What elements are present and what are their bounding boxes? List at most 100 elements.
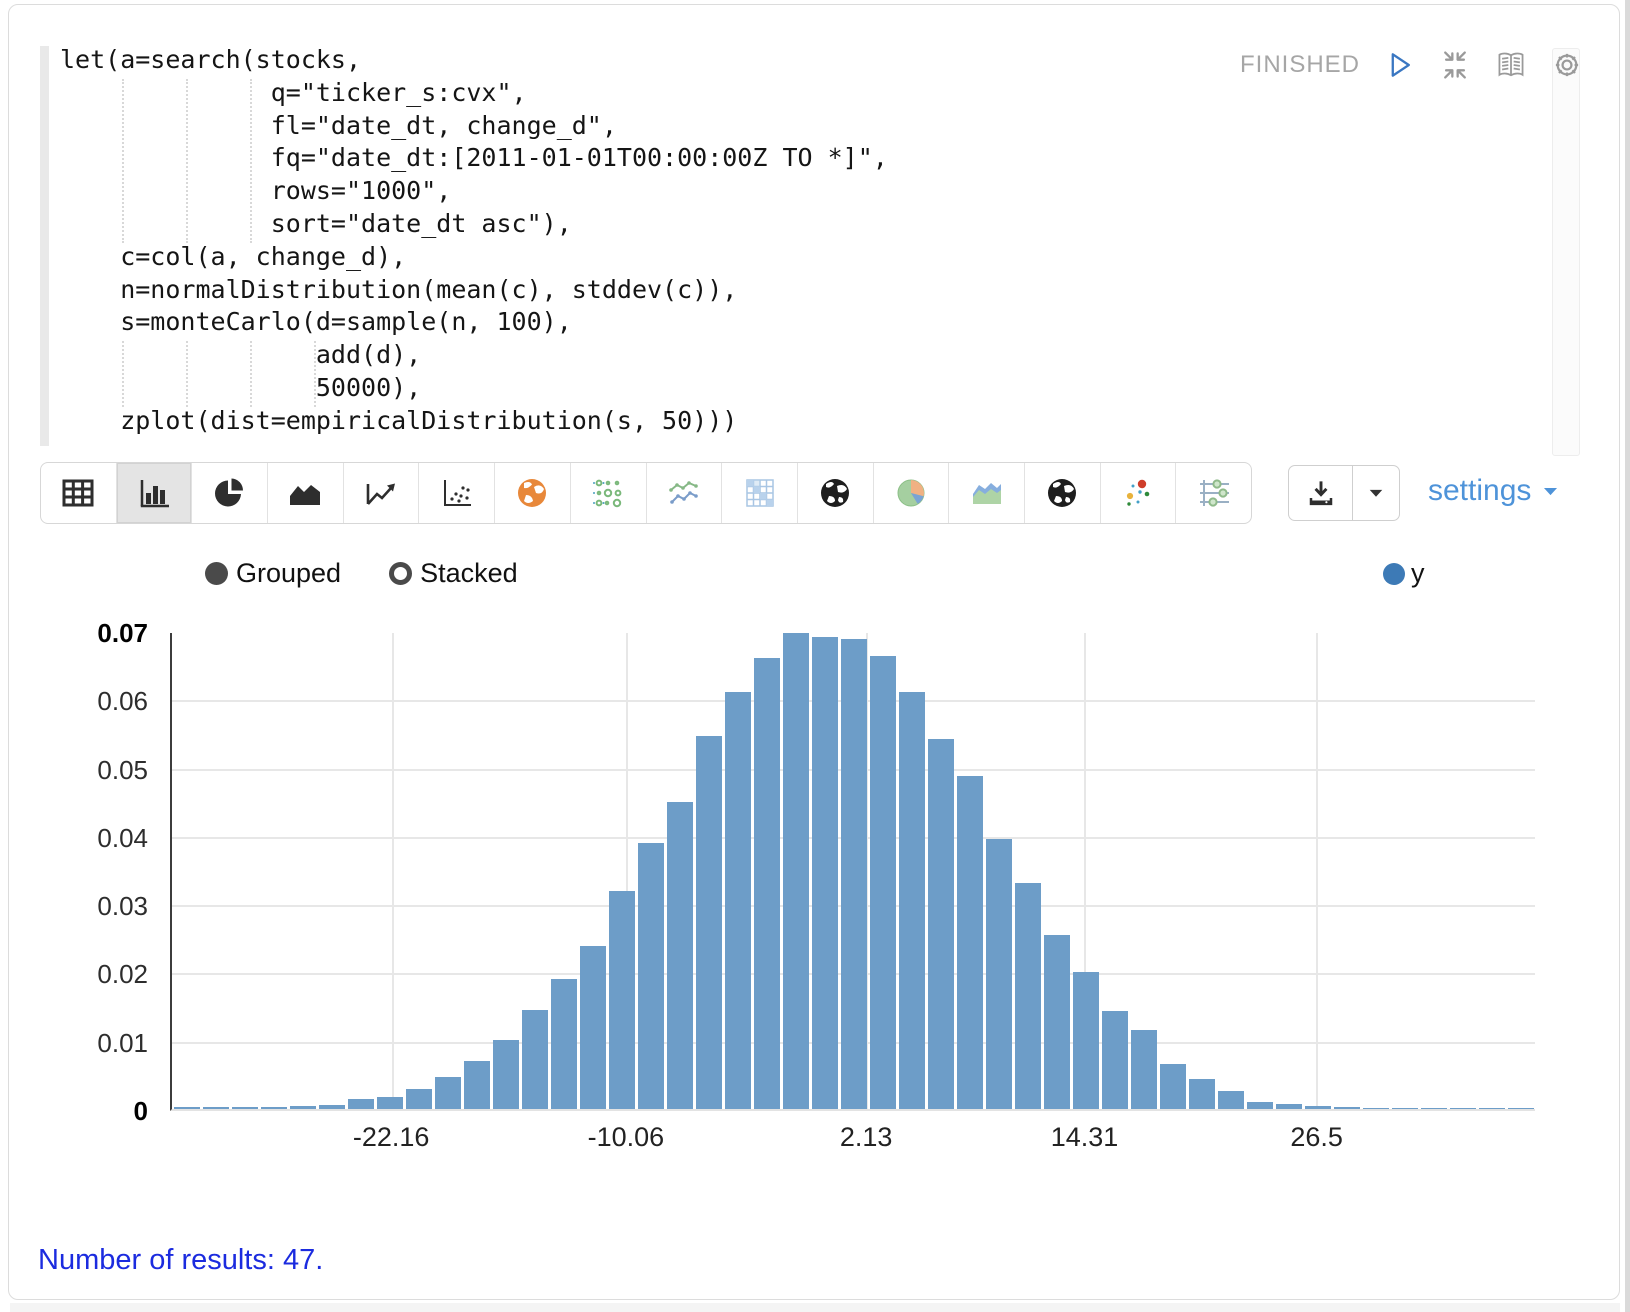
histogram-bar — [319, 1105, 345, 1109]
histogram-bar — [348, 1099, 374, 1109]
code-line: add(d), — [60, 339, 1510, 372]
y-axis-labels: 0.070.060.050.040.030.020.010 — [80, 633, 160, 1111]
histogram-bar — [1276, 1104, 1302, 1109]
gridline-vertical — [392, 633, 394, 1109]
multi-line-chart-button[interactable] — [647, 463, 723, 523]
series-label: y — [1411, 558, 1425, 589]
bar-chart-icon — [136, 475, 172, 511]
histogram-bar — [232, 1107, 258, 1109]
sliders-icon — [1196, 475, 1232, 511]
histogram-bar — [1131, 1030, 1157, 1109]
bar-chart-plot — [170, 633, 1535, 1111]
histogram-bar — [203, 1107, 229, 1109]
book-icon — [1495, 49, 1527, 81]
scatter-color-icon — [1120, 475, 1156, 511]
indent-guide — [186, 79, 188, 243]
y-axis-tick-label: 0.03 — [78, 891, 148, 922]
histogram-bar — [1334, 1107, 1360, 1109]
download-options-button[interactable] — [1353, 466, 1399, 520]
globe-icon — [817, 475, 853, 511]
indent-guide — [314, 341, 316, 407]
histogram-bar — [1015, 883, 1041, 1109]
radio-selected-icon — [205, 562, 228, 585]
bottom-strip — [10, 1303, 1620, 1312]
play-icon — [1383, 49, 1415, 81]
heatmap-grid-chart-button[interactable] — [722, 463, 798, 523]
heatmap-grid-icon — [742, 475, 778, 511]
status-badge: FINISHED — [1240, 51, 1360, 79]
y-axis-tick-label: 0.05 — [78, 755, 148, 786]
histogram-bar — [609, 891, 635, 1110]
histogram-bar — [464, 1061, 490, 1109]
globe-orange-chart-button[interactable] — [495, 463, 571, 523]
histogram-bar — [290, 1106, 316, 1109]
histogram-bar — [957, 776, 983, 1109]
histogram-bar — [174, 1107, 200, 1109]
gear-icon — [1551, 49, 1583, 81]
download-button[interactable] — [1289, 466, 1353, 520]
histogram-bar — [986, 839, 1012, 1109]
pie-color-chart-button[interactable] — [874, 463, 950, 523]
code-line: s=monteCarlo(d=sample(n, 100), — [60, 306, 1510, 339]
chart-mode-legend: Grouped Stacked — [205, 558, 518, 589]
x-axis-tick-label: 2.13 — [840, 1122, 893, 1153]
histogram-bar — [1247, 1102, 1273, 1109]
window-scrollbar[interactable] — [1625, 0, 1630, 1312]
collapse-button[interactable] — [1438, 48, 1472, 82]
histogram-bar — [551, 979, 577, 1109]
indent-guide — [250, 79, 252, 243]
code-scrollbar[interactable] — [1552, 48, 1580, 456]
area-chart-chart-button[interactable] — [268, 463, 344, 523]
histogram-bar — [696, 736, 722, 1109]
scatter-plot-chart-button[interactable] — [419, 463, 495, 523]
code-line: zplot(dist=empiricalDistribution(s, 50))… — [60, 405, 1510, 438]
indent-guide — [122, 341, 124, 407]
chart-settings-link[interactable]: settings — [1428, 474, 1560, 508]
collapse-icon — [1439, 49, 1471, 81]
x-axis-tick-label: 14.31 — [1051, 1122, 1119, 1153]
scatter-color-chart-button[interactable] — [1101, 463, 1177, 523]
histogram-bar — [725, 692, 751, 1109]
mode-option-grouped[interactable]: Grouped — [205, 558, 341, 589]
report-view-button[interactable] — [1494, 48, 1528, 82]
y-axis-tick-label: 0.01 — [78, 1028, 148, 1059]
histogram-bar — [1102, 1011, 1128, 1109]
globe2-icon — [1044, 475, 1080, 511]
area-chart-icon — [287, 475, 323, 511]
code-line: n=normalDistribution(mean(c), stddev(c))… — [60, 274, 1510, 307]
histogram-bar — [638, 843, 664, 1109]
histogram-bar — [841, 639, 867, 1109]
chart-type-toolbar — [40, 462, 1252, 524]
histogram-bar — [928, 739, 954, 1109]
code-editor[interactable]: let(a=search(stocks, q="ticker_s:cvx", f… — [60, 44, 1510, 438]
histogram-bar — [1073, 972, 1099, 1109]
radio-unselected-icon — [389, 562, 412, 585]
histogram-bar — [870, 656, 896, 1109]
table-chart-button[interactable] — [41, 463, 117, 523]
histogram-bar — [435, 1077, 461, 1109]
histogram-bar — [1363, 1108, 1389, 1110]
globe-chart-button[interactable] — [798, 463, 874, 523]
gridline-vertical — [1316, 633, 1318, 1109]
area-color-chart-button[interactable] — [949, 463, 1025, 523]
histogram-bar — [1508, 1108, 1534, 1110]
mode-option-stacked[interactable]: Stacked — [389, 558, 518, 589]
dot-matrix-chart-button[interactable] — [571, 463, 647, 523]
histogram-bar — [493, 1040, 519, 1109]
series-dot — [1383, 563, 1405, 585]
run-button[interactable] — [1382, 48, 1416, 82]
series-legend-y[interactable]: y — [1383, 558, 1425, 589]
histogram-bar — [1450, 1108, 1476, 1110]
code-line: fl="date_dt, change_d", — [60, 110, 1510, 143]
globe2-chart-button[interactable] — [1025, 463, 1101, 523]
histogram-bar — [1044, 935, 1070, 1109]
status-row: FINISHED — [1240, 48, 1584, 82]
histogram-bar — [522, 1010, 548, 1109]
sliders-chart-button[interactable] — [1176, 463, 1251, 523]
bar-chart-chart-button[interactable] — [117, 463, 193, 523]
histogram-bar — [1160, 1064, 1186, 1109]
pie-chart-chart-button[interactable] — [192, 463, 268, 523]
line-chart-chart-button[interactable] — [344, 463, 420, 523]
paragraph-settings-button[interactable] — [1550, 48, 1584, 82]
mode-option-label: Grouped — [236, 558, 341, 589]
